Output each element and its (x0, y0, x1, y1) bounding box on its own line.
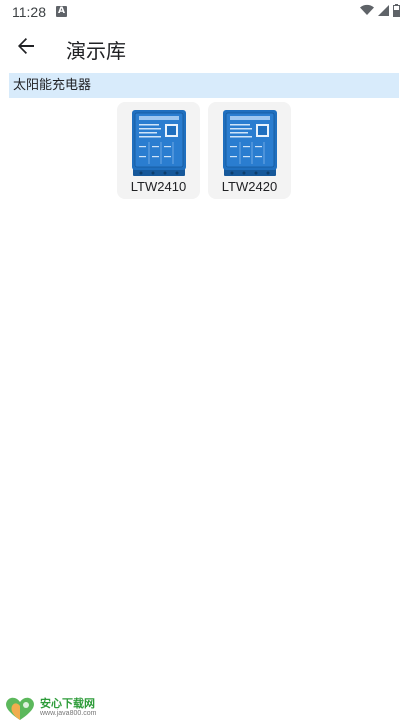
page-title: 演示库 (66, 39, 126, 63)
status-time: 11:28 (12, 4, 46, 20)
device-image (132, 110, 186, 176)
notification-icon: A (56, 6, 67, 17)
signal-icon (378, 4, 389, 20)
status-icons (360, 3, 400, 21)
status-bar: 11:28 A (0, 0, 408, 24)
device-image (223, 110, 277, 176)
watermark-logo-icon (6, 697, 34, 720)
wifi-icon (360, 4, 374, 20)
product-label: LTW2410 (130, 179, 187, 194)
watermark: 安心下载网 www.java800.com (2, 694, 132, 724)
back-button[interactable] (10, 32, 42, 64)
product-card-ltw2420[interactable]: LTW2420 (208, 102, 291, 199)
app-bar: 演示库 (0, 24, 408, 72)
product-label: LTW2420 (221, 179, 278, 194)
watermark-title: 安心下载网 (40, 697, 95, 710)
battery-icon (393, 3, 400, 21)
product-card-ltw2410[interactable]: LTW2410 (117, 102, 200, 199)
watermark-url: www.java800.com (40, 710, 97, 717)
arrow-back-icon (17, 37, 35, 59)
section-header: 太阳能充电器 (9, 73, 399, 98)
